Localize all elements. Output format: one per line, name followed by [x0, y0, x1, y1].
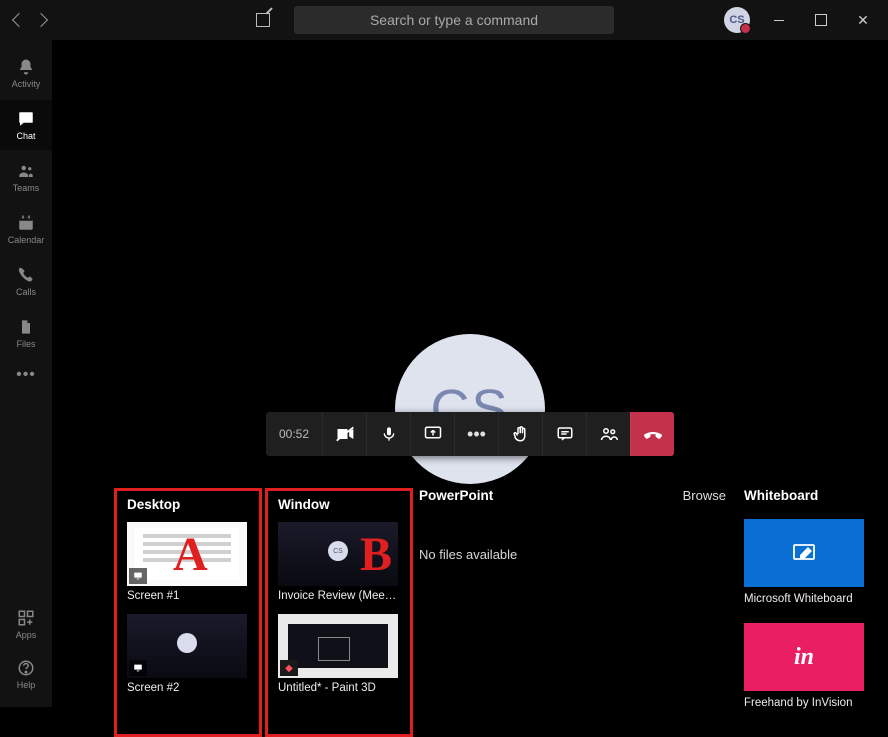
files-icon [16, 317, 36, 337]
call-control-bar: 00:52 ••• [266, 412, 674, 456]
rail-more-button[interactable]: ••• [16, 366, 36, 384]
rail-label: Files [16, 339, 35, 349]
avatar-initials: CS [729, 14, 744, 26]
rail-label: Calls [16, 287, 36, 297]
share-section-powerpoint: PowerPoint Browse No files available [419, 488, 734, 737]
section-title-window: Window [278, 497, 400, 512]
monitor-icon [129, 568, 147, 584]
rail-files[interactable]: Files [0, 308, 52, 358]
section-title-powerpoint: PowerPoint [419, 488, 493, 503]
rail-chat[interactable]: Chat [0, 100, 52, 150]
teams-icon [16, 161, 36, 181]
window-minimize-button[interactable] [758, 4, 800, 36]
section-title-desktop: Desktop [127, 497, 249, 512]
thumb-label: Screen #2 [127, 682, 247, 694]
share-desktop-screen-1[interactable] [127, 522, 247, 586]
calendar-icon [16, 213, 36, 233]
share-window-2[interactable]: ◆ [278, 614, 398, 678]
nav-forward-button[interactable] [34, 13, 48, 27]
search-placeholder: Search or type a command [370, 12, 538, 28]
content-area: CS 00:52 ••• Desktop [52, 40, 888, 707]
share-desktop-screen-2[interactable] [127, 614, 247, 678]
window-close-button[interactable]: ✕ [842, 4, 884, 36]
mic-toggle-button[interactable] [366, 412, 410, 456]
app-icon: ◆ [280, 660, 298, 676]
ellipsis-icon: ••• [467, 424, 486, 445]
app-rail: Activity Chat Teams Calendar Calls Files… [0, 40, 52, 707]
thumb-label: Invoice Review (Meeting)... [278, 590, 398, 602]
profile-avatar[interactable]: CS [724, 7, 750, 33]
section-title-whiteboard: Whiteboard [744, 488, 874, 503]
share-section-desktop: Desktop Screen #1 Screen #2 [114, 488, 262, 737]
rail-label: Help [17, 680, 36, 690]
rail-label: Chat [16, 131, 35, 141]
whiteboard-label: Freehand by InVision [744, 697, 874, 709]
whiteboard-invision[interactable]: in [744, 623, 864, 691]
search-input[interactable]: Search or type a command [294, 6, 614, 34]
chat-icon [16, 109, 36, 129]
rail-label: Apps [16, 630, 37, 640]
monitor-icon [129, 660, 147, 676]
share-section-whiteboard: Whiteboard Microsoft Whiteboard in Freeh… [744, 488, 874, 737]
raise-hand-button[interactable] [498, 412, 542, 456]
rail-activity[interactable]: Activity [0, 48, 52, 98]
share-screen-button[interactable] [410, 412, 454, 456]
rail-calendar[interactable]: Calendar [0, 204, 52, 254]
share-tray: Desktop Screen #1 Screen #2 [114, 488, 874, 737]
call-timer: 00:52 [266, 412, 322, 456]
more-actions-button[interactable]: ••• [454, 412, 498, 456]
bell-icon [16, 57, 36, 77]
thumb-label: Screen #1 [127, 590, 247, 602]
hangup-button[interactable] [630, 412, 674, 456]
rail-teams[interactable]: Teams [0, 152, 52, 202]
title-bar: Search or type a command CS ✕ [0, 0, 888, 40]
apps-icon [16, 608, 36, 628]
nav-back-button[interactable] [12, 13, 26, 27]
rail-label: Activity [12, 79, 41, 89]
share-section-window: Window CS Invoice Review (Meeting)... ◆ … [265, 488, 413, 737]
show-chat-button[interactable] [542, 412, 586, 456]
show-participants-button[interactable] [586, 412, 630, 456]
phone-icon [16, 265, 36, 285]
rail-apps[interactable]: Apps [0, 599, 52, 649]
whiteboard-label: Microsoft Whiteboard [744, 593, 874, 605]
camera-toggle-button[interactable] [322, 412, 366, 456]
thumb-label: Untitled* - Paint 3D [278, 682, 398, 694]
whiteboard-microsoft[interactable] [744, 519, 864, 587]
rail-label: Teams [13, 183, 40, 193]
popout-icon[interactable] [256, 13, 270, 27]
rail-label: Calendar [8, 235, 45, 245]
rail-calls[interactable]: Calls [0, 256, 52, 306]
rail-help[interactable]: Help [0, 649, 52, 699]
browse-button[interactable]: Browse [683, 488, 726, 503]
powerpoint-empty-text: No files available [419, 547, 734, 562]
window-maximize-button[interactable] [800, 4, 842, 36]
share-window-1[interactable]: CS [278, 522, 398, 586]
help-icon [16, 658, 36, 678]
participant-avatar: CS [395, 334, 545, 484]
